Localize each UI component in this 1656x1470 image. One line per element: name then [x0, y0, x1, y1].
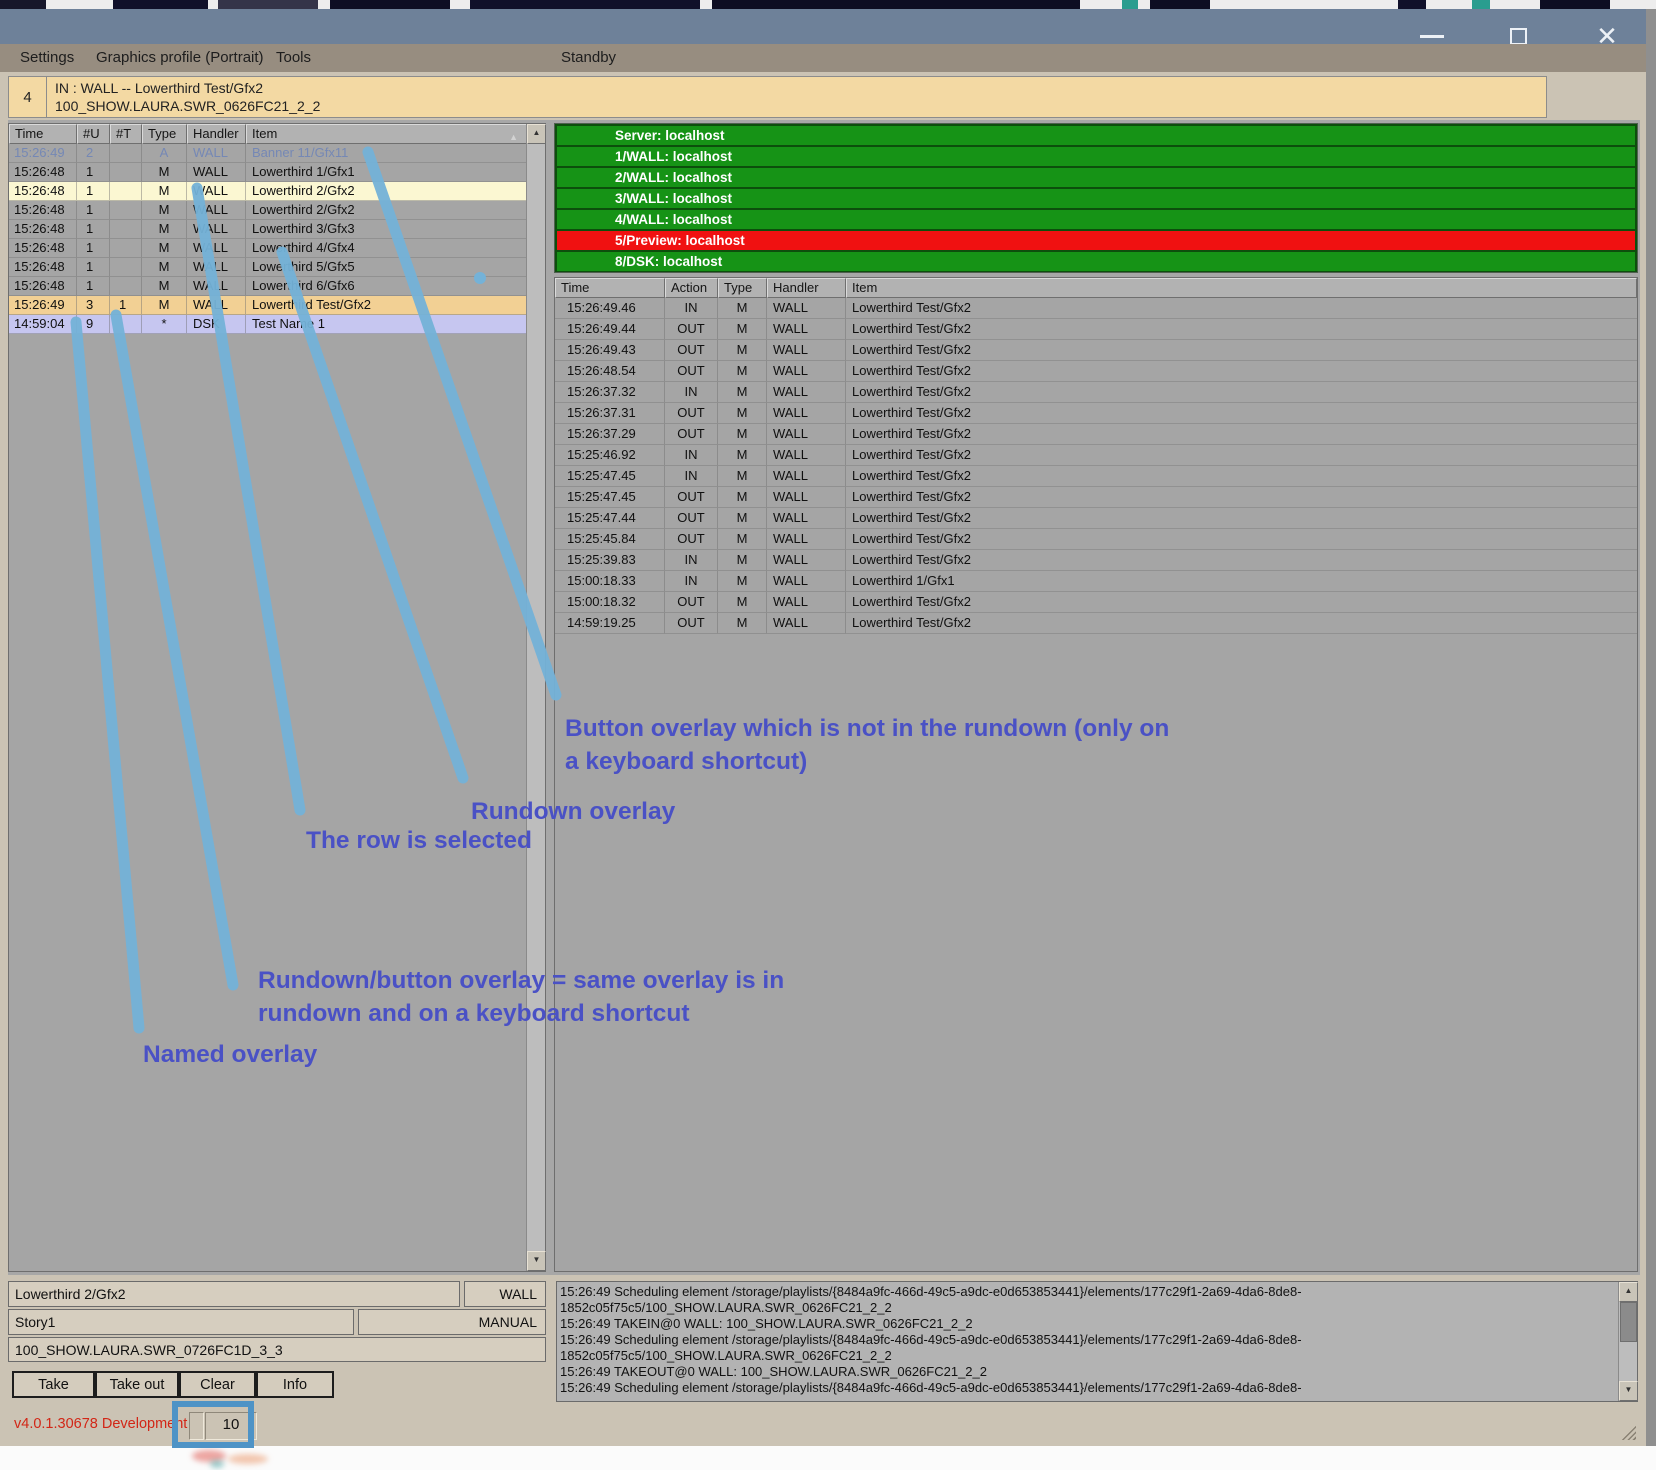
rundown-row[interactable]: 15:26:48 1 M WALL Lowerthird 2/Gfx2 — [9, 182, 527, 201]
server-status-bar[interactable]: 2/WALL: localhost — [557, 168, 1635, 187]
server-status-bar[interactable]: 5/Preview: localhost — [557, 231, 1635, 250]
console-scrollbar[interactable]: ▲ ▼ — [1618, 1282, 1638, 1401]
annotation-highlight-box — [172, 1401, 254, 1448]
log-col-handler[interactable]: Handler — [767, 278, 846, 298]
rundown-body: 15:26:49 2 A WALL Banner 11/Gfx11 15:26:48 1 M W… — [9, 144, 545, 334]
server-status-bar[interactable]: 4/WALL: localhost — [557, 210, 1635, 229]
mode-field[interactable]: MANUAL — [358, 1309, 546, 1335]
titlebar: ✕ — [0, 9, 1646, 49]
scroll-down-button[interactable]: ▼ — [1619, 1381, 1638, 1401]
handler-field[interactable]: WALL — [464, 1281, 546, 1307]
story-field[interactable]: Story1 — [8, 1309, 354, 1335]
log-row[interactable]: 15:26:48.54 OUT M WALL Lowerthird Test/Gfx2 — [555, 361, 1637, 382]
annotation-row-selected: The row is selected — [306, 827, 533, 854]
console-log-line: 1852c05f75c5/100_SHOW.LAURA.SWR_0626FC21… — [560, 1300, 892, 1315]
server-status-bar[interactable]: 3/WALL: localhost — [557, 189, 1635, 208]
take-button[interactable]: Take — [12, 1371, 95, 1398]
take-out-button[interactable]: Take out — [95, 1371, 179, 1398]
rundown-row[interactable]: 15:26:48 1 M WALL Lowerthird 4/Gfx4 — [9, 239, 527, 258]
onair-banner-number: 4 — [9, 77, 47, 117]
log-row[interactable]: 15:25:47.45 OUT M WALL Lowerthird Test/Gfx2 — [555, 487, 1637, 508]
rundown-col-t[interactable]: #T — [110, 124, 142, 144]
log-col-type[interactable]: Type — [718, 278, 767, 298]
onair-banner-line2: 100_SHOW.LAURA.SWR_0626FC21_2_2 — [55, 98, 321, 114]
scroll-up-button[interactable]: ▲ — [1619, 1282, 1638, 1302]
info-button[interactable]: Info — [256, 1371, 334, 1398]
log-row[interactable]: 15:26:37.29 OUT M WALL Lowerthird Test/Gfx2 — [555, 424, 1637, 445]
console-log-line: 1852c05f75c5/100_SHOW.LAURA.SWR_0626FC21… — [560, 1348, 892, 1363]
desktop-edge — [1646, 9, 1656, 1446]
console-log-line: 15:26:49 Scheduling element /storage/pla… — [560, 1284, 1302, 1299]
background-window-sliver — [0, 0, 1656, 9]
server-status-bar[interactable]: 8/DSK: localhost — [557, 252, 1635, 271]
version-label: v4.0.1.30678 Development — [14, 1416, 188, 1432]
log-row[interactable]: 15:25:47.44 OUT M WALL Lowerthird Test/Gfx2 — [555, 508, 1637, 529]
rundown-col-u[interactable]: #U — [77, 124, 110, 144]
server-status-bar[interactable]: Server: localhost — [557, 126, 1635, 145]
annotation-rundown-button-overlay: Rundown/button overlay = same overlay is… — [258, 967, 785, 1027]
rundown-col-time[interactable]: Time — [9, 124, 77, 144]
rundown-row[interactable]: 15:26:48 1 M WALL Lowerthird 2/Gfx2 — [9, 201, 527, 220]
maximize-icon — [1509, 27, 1527, 45]
console-lines: 15:26:49 Scheduling element /storage/pla… — [560, 1284, 1617, 1399]
log-row[interactable]: 15:25:45.84 OUT M WALL Lowerthird Test/Gfx2 — [555, 529, 1637, 550]
annotation-button-overlay: Button overlay which is not in the rundo… — [565, 715, 1170, 775]
rundown-row[interactable]: 14:59:04 9 * DSK Test Name 1 — [9, 315, 527, 334]
log-row[interactable]: 15:00:18.33 IN M WALL Lowerthird 1/Gfx1 — [555, 571, 1637, 592]
log-row[interactable]: 15:26:49.46 IN M WALL Lowerthird Test/Gfx2 — [555, 298, 1637, 319]
resize-grip[interactable] — [1620, 1424, 1636, 1440]
onair-banner[interactable]: 4 IN : WALL -- Lowerthird Test/Gfx2 100_… — [8, 76, 1547, 118]
rundown-scrollbar[interactable]: ▲ ▼ — [526, 124, 546, 1271]
sort-ascending-icon: ▲ — [509, 132, 518, 142]
rundown-row[interactable]: 15:26:49 3 1 M WALL Lowerthird Test/Gfx2 — [9, 296, 527, 315]
clear-button[interactable]: Clear — [179, 1371, 256, 1398]
item-name-field[interactable]: Lowerthird 2/Gfx2 — [8, 1281, 460, 1307]
menu-item-tools[interactable]: Tools — [276, 44, 311, 72]
console-log-line: 15:26:49 TAKEOUT@0 WALL: 100_SHOW.LAURA.… — [560, 1364, 987, 1379]
onair-banner-line1: IN : WALL -- Lowerthird Test/Gfx2 — [55, 80, 263, 96]
log-col-item[interactable]: Item — [846, 278, 1637, 298]
desktop-bottom — [0, 1446, 1656, 1470]
rundown-row[interactable]: 15:26:48 1 M WALL Lowerthird 1/Gfx1 — [9, 163, 527, 182]
scroll-down-button[interactable]: ▼ — [527, 1251, 546, 1271]
rundown-row[interactable]: 15:26:48 1 M WALL Lowerthird 3/Gfx3 — [9, 220, 527, 239]
rundown-header: Time #U #T Type Handler Item ▲ — [9, 124, 527, 144]
element-id-field[interactable]: 100_SHOW.LAURA.SWR_0726FC1D_3_3 — [8, 1337, 546, 1362]
standby-label[interactable]: Standby — [561, 44, 616, 72]
console-log-line: 15:26:49 Scheduling element /storage/pla… — [560, 1332, 1302, 1347]
menubar: Settings Graphics profile (Portrait) Too… — [0, 44, 1646, 72]
log-col-time[interactable]: Time — [555, 278, 665, 298]
log-row[interactable]: 15:25:39.83 IN M WALL Lowerthird Test/Gfx2 — [555, 550, 1637, 571]
log-row[interactable]: 15:25:47.45 IN M WALL Lowerthird Test/Gfx2 — [555, 466, 1637, 487]
rundown-row[interactable]: 15:26:49 2 A WALL Banner 11/Gfx11 — [9, 144, 527, 163]
minimize-icon — [1420, 34, 1444, 38]
console-log-line: 15:26:49 Scheduling element /storage/pla… — [560, 1380, 1302, 1395]
rundown-col-handler[interactable]: Handler — [187, 124, 246, 144]
scrollbar-thumb[interactable] — [1620, 1302, 1637, 1342]
rundown-row[interactable]: 15:26:48 1 M WALL Lowerthird 5/Gfx5 — [9, 258, 527, 277]
scroll-up-button[interactable]: ▲ — [527, 124, 546, 144]
log-row[interactable]: 15:26:49.44 OUT M WALL Lowerthird Test/Gfx2 — [555, 319, 1637, 340]
log-body: 15:26:49.46 IN M WALL Lowerthird Test/Gfx2 15… — [555, 298, 1637, 634]
rundown-col-item[interactable]: Item ▲ — [246, 124, 527, 144]
server-status-panel: Server: localhost 1/WALL: localhost 2/WALL… — [554, 123, 1638, 273]
console-log: 15:26:49 Scheduling element /storage/pla… — [556, 1281, 1638, 1402]
annotation-named-overlay: Named overlay — [143, 1041, 318, 1068]
rundown-panel: Time #U #T Type Handler Item ▲ 15:26:49 2… — [8, 123, 546, 1272]
log-row[interactable]: 14:59:19.25 OUT M WALL Lowerthird Test/Gfx2 — [555, 613, 1637, 634]
log-col-action[interactable]: Action — [665, 278, 718, 298]
log-row[interactable]: 15:26:37.32 IN M WALL Lowerthird Test/Gfx2 — [555, 382, 1637, 403]
rundown-col-type[interactable]: Type — [142, 124, 187, 144]
log-row[interactable]: 15:26:49.43 OUT M WALL Lowerthird Test/Gfx2 — [555, 340, 1637, 361]
menu-item-settings[interactable]: Settings — [20, 44, 74, 72]
menu-item-graphics-profile[interactable]: Graphics profile (Portrait) — [96, 44, 264, 72]
log-row[interactable]: 15:25:46.92 IN M WALL Lowerthird Test/Gfx2 — [555, 445, 1637, 466]
rundown-row[interactable]: 15:26:48 1 M WALL Lowerthird 6/Gfx6 — [9, 277, 527, 296]
log-header: Time Action Type Handler Item — [555, 278, 1637, 298]
server-status-bar[interactable]: 1/WALL: localhost — [557, 147, 1635, 166]
log-row[interactable]: 15:00:18.32 OUT M WALL Lowerthird Test/Gfx2 — [555, 592, 1637, 613]
console-log-line: 15:26:49 TAKEIN@0 WALL: 100_SHOW.LAURA.S… — [560, 1316, 973, 1331]
log-row[interactable]: 15:26:37.31 OUT M WALL Lowerthird Test/Gfx2 — [555, 403, 1637, 424]
